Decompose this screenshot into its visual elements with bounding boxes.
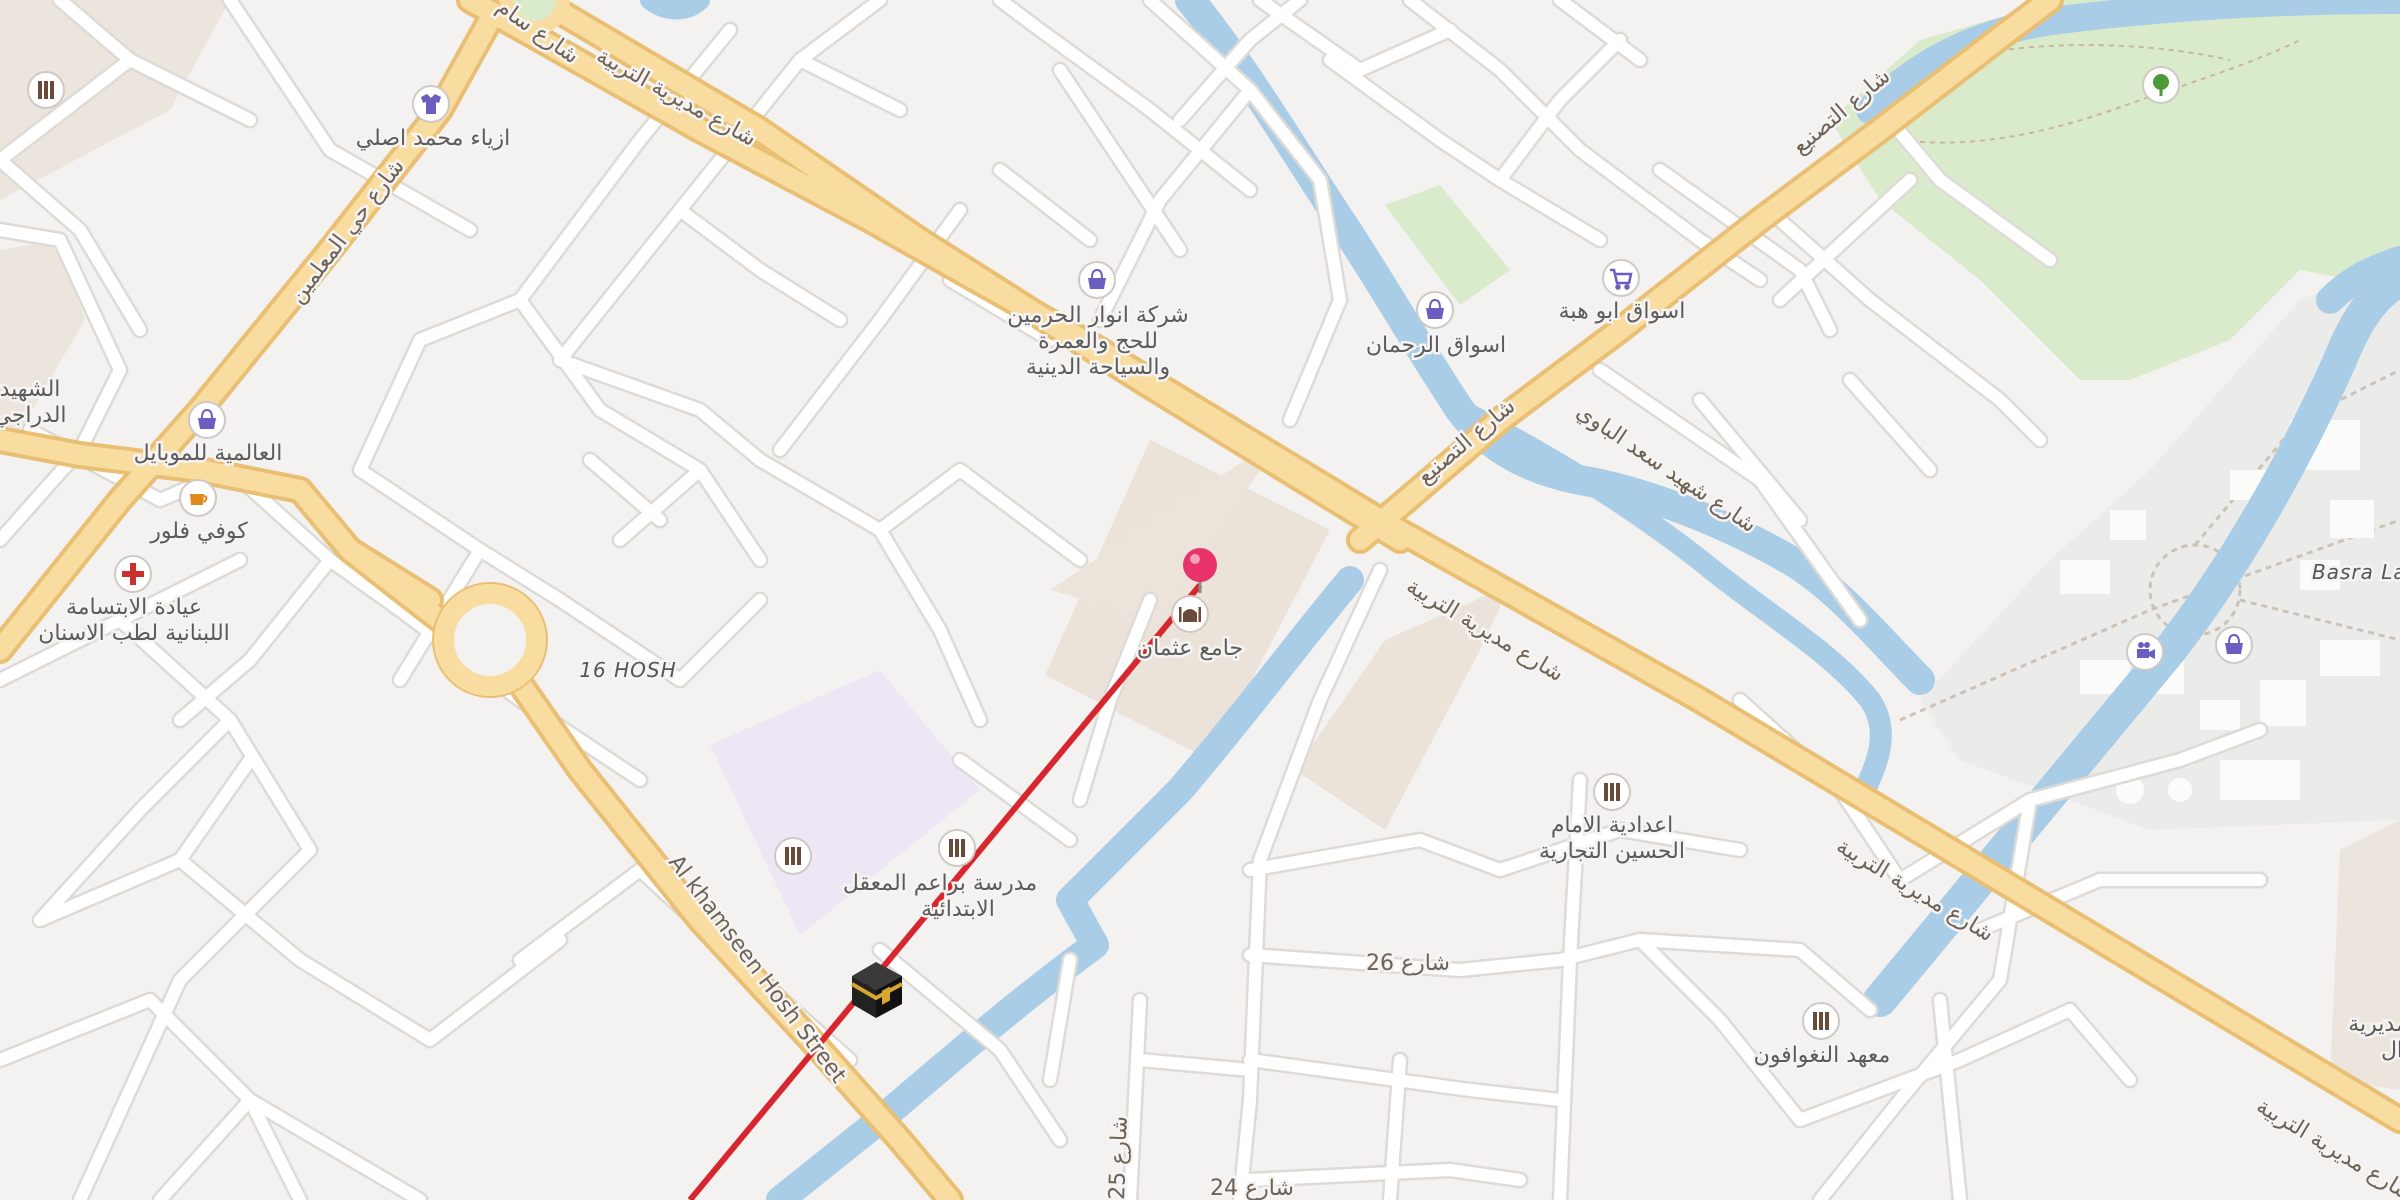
poi-dental[interactable] [114, 555, 152, 593]
poi-label-cafe: كوفي فلور [149, 519, 248, 544]
poi-label-school2-1: مدرسة براعم المعقل [843, 871, 1037, 896]
poi-mosque[interactable] [1171, 595, 1209, 633]
poi-clothes[interactable] [412, 85, 450, 123]
poi-library-top-left[interactable] [27, 71, 65, 109]
street-label-26: شارع 26 [1366, 951, 1450, 976]
poi-label-mobile: العالمية للموبايل [134, 441, 283, 466]
poi-label-dental-2: اللبنانية لطب الاسنان [38, 621, 230, 646]
poi-school2[interactable] [938, 829, 976, 867]
poi-shop-right[interactable] [2215, 626, 2253, 664]
poi-label-far-right-2: ال [2381, 1038, 2400, 1063]
poi-label-far-right-1: مديرية [2348, 1012, 2400, 1037]
poi-aswaq-rahman[interactable] [1416, 291, 1454, 329]
street-label-24: شارع 24 [1210, 1176, 1294, 1200]
school-icon [1813, 1012, 1829, 1030]
poi-label-imam-1: اعدادية الامام [1551, 813, 1673, 838]
school-icon [1604, 783, 1620, 801]
school-icon [38, 81, 54, 99]
area-label-basra: Basra La [2312, 560, 2400, 584]
school-icon [785, 847, 801, 865]
poi-institute[interactable] [1802, 1002, 1840, 1040]
poi-label-aswaq-abu: اسواق ابو هبة [1559, 299, 1686, 324]
poi-label-institute: معهد النغوافون [1754, 1043, 1891, 1068]
poi-cinema[interactable] [2126, 633, 2164, 671]
area-label-16-hosh: 16 HOSH [579, 658, 676, 682]
poi-label-shaheed-1: الشهيد [0, 377, 60, 402]
poi-label-aswaq-rahman: اسواق الرحمان [1366, 333, 1506, 358]
street-label-25: شارع 25 [1105, 1115, 1133, 1200]
pin-head [1183, 548, 1217, 582]
poi-aswaq-abu[interactable] [1602, 259, 1640, 297]
poi-anwar[interactable] [1078, 261, 1116, 299]
poi-label-mosque: جامع عثمان [1137, 636, 1243, 661]
poi-label-imam-2: الحسين التجارية [1539, 839, 1685, 864]
poi-label-school2-2: الابتدائية [921, 897, 995, 922]
poi-tree[interactable] [2142, 66, 2180, 104]
poi-label-anwar-2: للحج والعمرة [1038, 329, 1158, 354]
poi-label-anwar-1: شركة انوار الحرمين [1007, 303, 1189, 328]
poi-mobile[interactable] [188, 401, 226, 439]
poi-label-clothes: ازياء محمد اصلي [356, 126, 511, 151]
poi-cafe[interactable] [179, 479, 217, 517]
poi-label-dental-1: عيادة الابتسامة [66, 595, 202, 620]
poi-imam[interactable] [1593, 773, 1631, 811]
school-icon [949, 839, 965, 857]
poi-background [1602, 259, 1640, 297]
map-canvas[interactable]: شارع مديرية التربية شارع مديرية التربية … [0, 0, 2400, 1200]
poi-label-anwar-3: والسياحة الدينية [1026, 355, 1170, 380]
poi-label-shaheed-2: الدراجي [0, 403, 67, 428]
pin-highlight [1190, 554, 1200, 564]
poi-school1[interactable] [774, 837, 812, 875]
roundabout [434, 584, 546, 696]
